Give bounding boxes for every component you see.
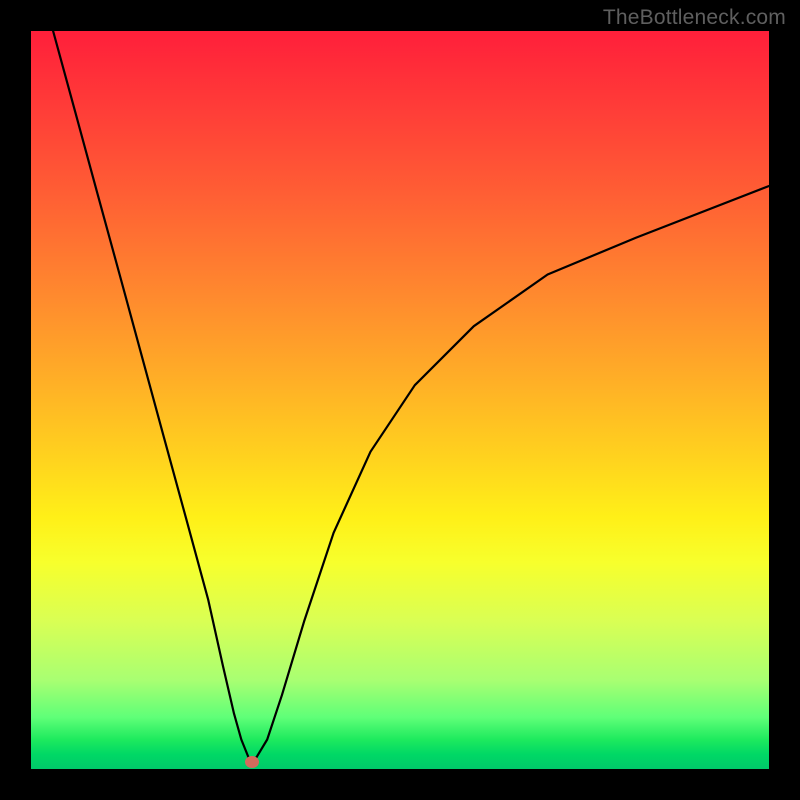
chart-frame: TheBottleneck.com xyxy=(0,0,800,800)
optimum-marker xyxy=(245,756,259,768)
plot-area xyxy=(31,31,769,769)
bottleneck-curve xyxy=(53,31,769,758)
watermark-text: TheBottleneck.com xyxy=(603,6,786,30)
curve-svg xyxy=(31,31,769,769)
